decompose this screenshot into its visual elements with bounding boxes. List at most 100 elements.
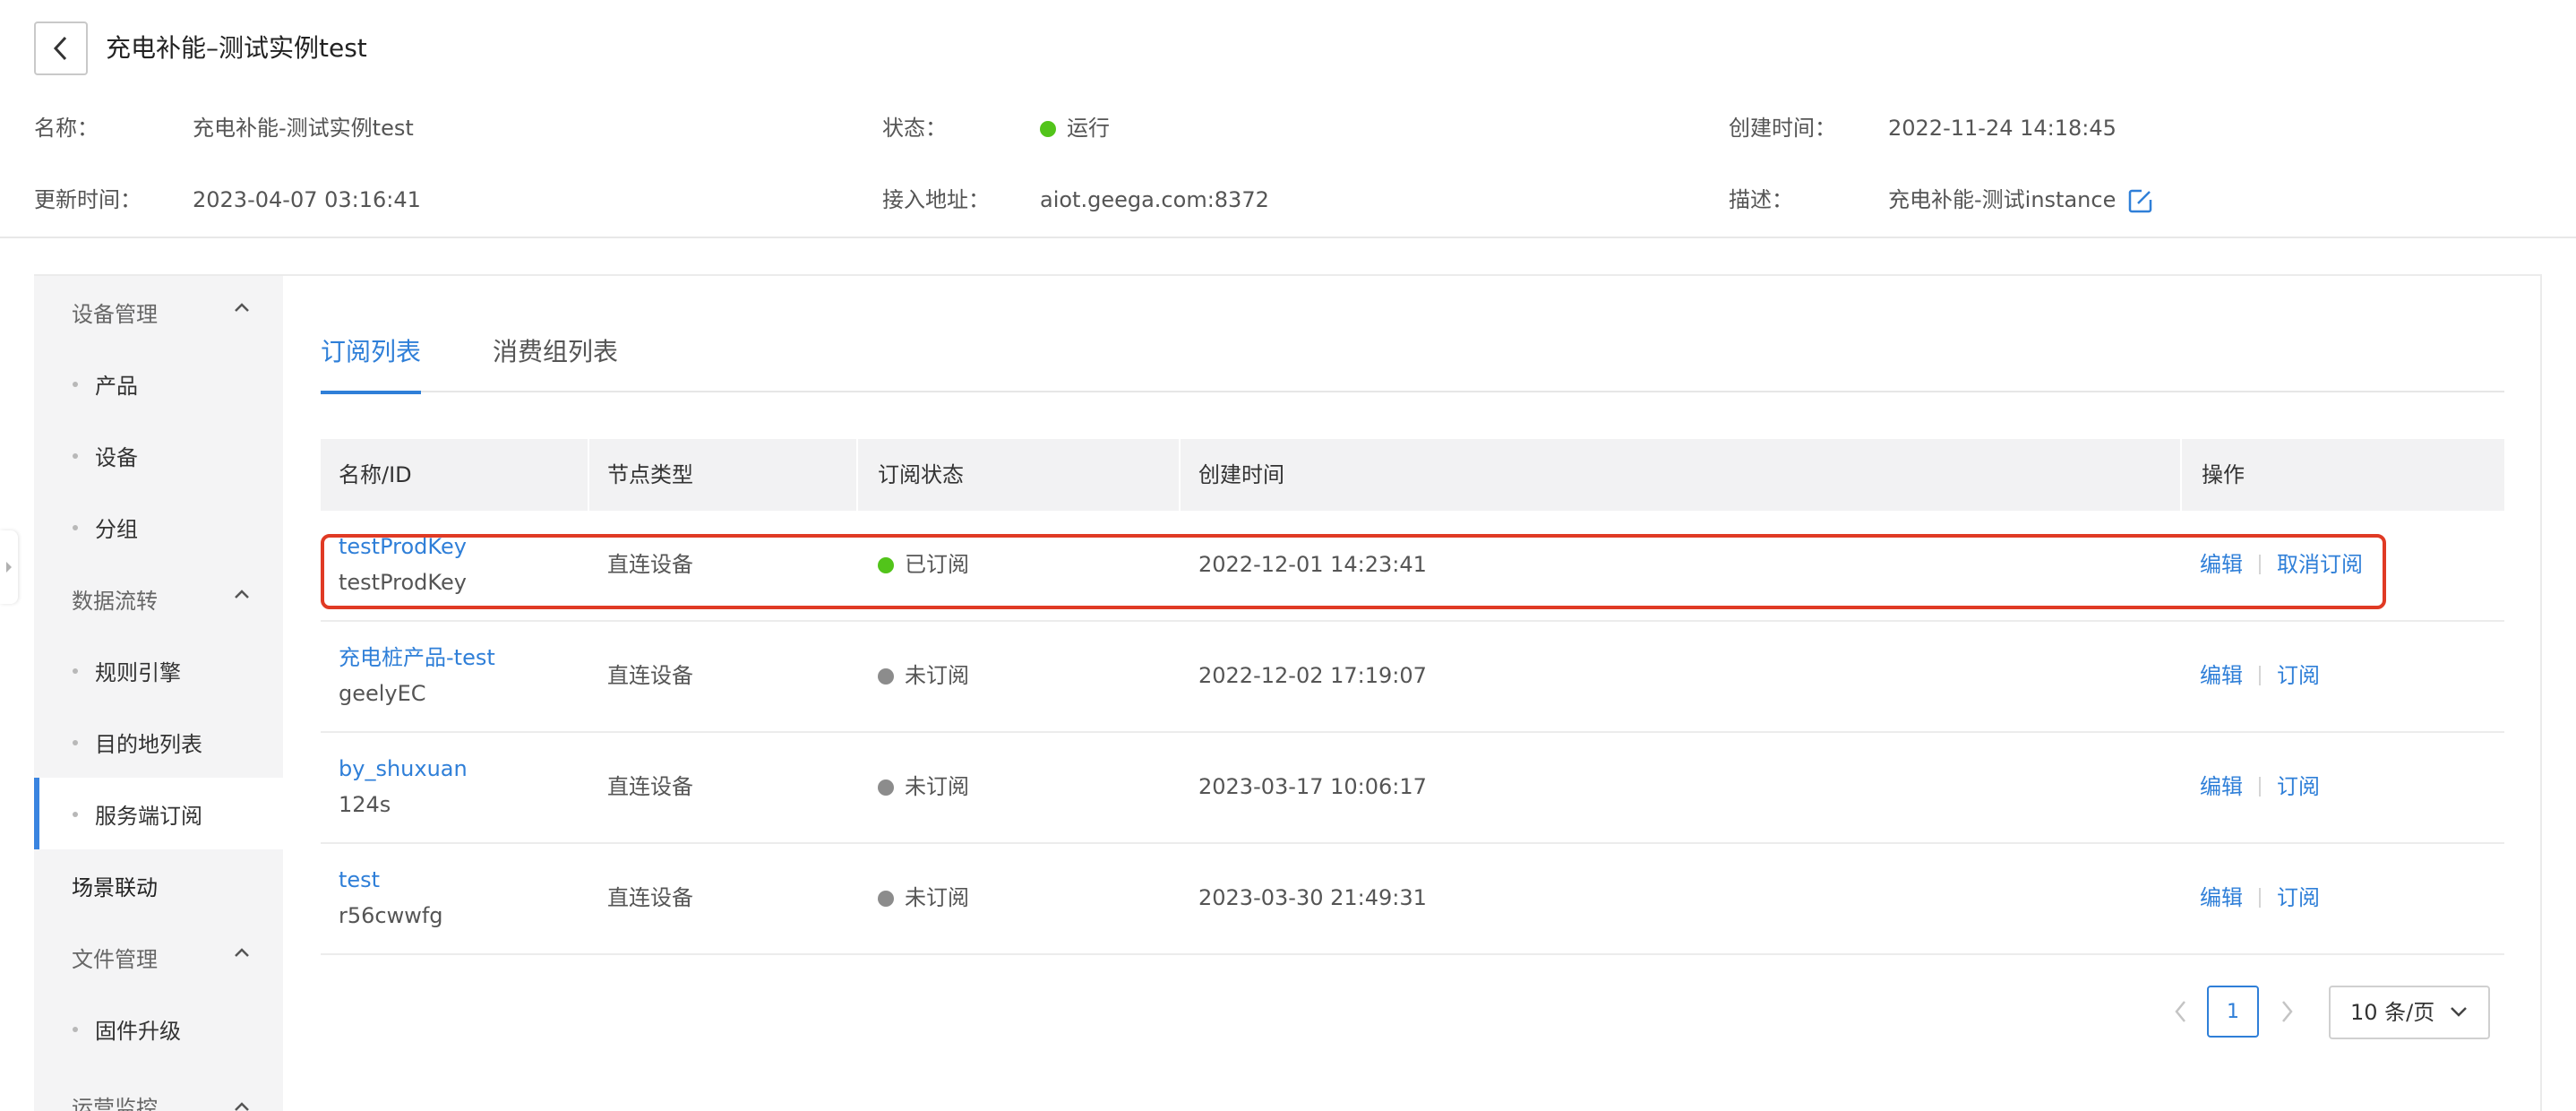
back-button[interactable] bbox=[34, 22, 88, 75]
tab-consumer-group-list[interactable]: 消费组列表 bbox=[493, 321, 627, 392]
sidebar-group-device-management[interactable]: 设备管理 bbox=[34, 276, 283, 348]
next-page-button[interactable] bbox=[2273, 993, 2300, 1030]
edit-link[interactable]: 编辑 bbox=[2200, 663, 2243, 688]
bullet-dot bbox=[73, 812, 78, 817]
row-created-time: 2023-03-30 21:49:31 bbox=[1198, 885, 1427, 910]
unsubscribe-link[interactable]: 取消订阅 bbox=[2277, 552, 2363, 577]
sidebar-group-label: 运营监控 bbox=[72, 1096, 158, 1111]
table-row: testProdKey testProdKey 直连设备 已订阅 2022-12… bbox=[321, 511, 2504, 622]
row-name-link[interactable]: testProdKey bbox=[339, 532, 467, 561]
operation-divider bbox=[2259, 555, 2261, 574]
column-header-operation: 操作 bbox=[2202, 462, 2245, 487]
unsubscribed-status-dot bbox=[878, 779, 894, 796]
table-row: 充电桩产品-test geelyEC 直连设备 未订阅 2022-12-02 1… bbox=[321, 622, 2504, 733]
bullet-dot bbox=[73, 1027, 78, 1032]
column-header-created-time: 创建时间 bbox=[1198, 462, 1284, 487]
edit-icon[interactable] bbox=[2128, 188, 2153, 213]
instance-header: 充电补能–测试实例test 名称： 充电补能-测试实例test 状态： 运行 创… bbox=[0, 0, 2576, 238]
operation-divider bbox=[2259, 777, 2261, 797]
sidebar-item-product[interactable]: 产品 bbox=[34, 348, 283, 419]
row-created-time: 2022-12-02 17:19:07 bbox=[1198, 663, 1427, 688]
table-row: test r56cwwfg 直连设备 未订阅 2023-03-30 21:49:… bbox=[321, 844, 2504, 955]
chevron-left-icon bbox=[53, 36, 67, 61]
row-name-link[interactable]: 充电桩产品-test bbox=[339, 643, 495, 672]
endpoint-label: 接入地址： bbox=[882, 187, 990, 212]
page-size-select[interactable]: 10 条/页 bbox=[2329, 986, 2490, 1039]
sidebar-group-file-management[interactable]: 文件管理 bbox=[34, 921, 283, 993]
row-id: geelyEC bbox=[339, 681, 426, 706]
created-label: 创建时间： bbox=[1729, 116, 1836, 141]
chevron-left-icon bbox=[2175, 1001, 2185, 1022]
status-value: 运行 bbox=[1040, 113, 1110, 143]
row-id: 124s bbox=[339, 792, 391, 817]
sidebar-group-label: 数据流转 bbox=[72, 588, 158, 614]
sidebar-item-label: 场景联动 bbox=[72, 874, 158, 900]
row-name-link[interactable]: by_shuxuan bbox=[339, 754, 468, 783]
sidebar-group-operations-monitoring[interactable]: 运营监控 bbox=[34, 1064, 283, 1111]
edit-link[interactable]: 编辑 bbox=[2200, 552, 2243, 577]
row-node-type: 直连设备 bbox=[607, 774, 693, 799]
row-status: 未订阅 bbox=[878, 772, 969, 801]
table-header: 名称/ID 节点类型 订阅状态 创建时间 操作 bbox=[321, 439, 2504, 511]
bullet-dot bbox=[73, 382, 78, 387]
sidebar-item-rule-engine[interactable]: 规则引擎 bbox=[34, 634, 283, 706]
subscribe-link[interactable]: 订阅 bbox=[2277, 774, 2320, 799]
column-header-subscription-status: 订阅状态 bbox=[878, 462, 964, 487]
row-status: 未订阅 bbox=[878, 661, 969, 690]
sidebar-item-label: 设备 bbox=[95, 444, 138, 470]
description-value: 充电补能-测试instance bbox=[1888, 187, 2117, 212]
row-operations: 编辑 订阅 bbox=[2200, 661, 2320, 690]
description-label: 描述： bbox=[1729, 187, 1793, 212]
subscribe-link[interactable]: 订阅 bbox=[2277, 663, 2320, 688]
row-status: 未订阅 bbox=[878, 883, 969, 912]
bullet-dot bbox=[73, 453, 78, 459]
row-created-time: 2023-03-17 10:06:17 bbox=[1198, 774, 1427, 799]
sidebar: 设备管理 产品 设备 分组 数据流转 规则引擎 目的地列表 服务端订阅 场景联动… bbox=[34, 276, 283, 1111]
updated-label: 更新时间： bbox=[34, 187, 142, 212]
bullet-dot bbox=[73, 668, 78, 674]
unsubscribed-status-dot bbox=[878, 668, 894, 685]
unsubscribed-status-dot bbox=[878, 891, 894, 907]
sidebar-item-group[interactable]: 分组 bbox=[34, 491, 283, 563]
sidebar-item-label: 服务端订阅 bbox=[95, 803, 202, 829]
sidebar-item-firmware-upgrade[interactable]: 固件升级 bbox=[34, 993, 283, 1064]
status-label: 状态： bbox=[882, 116, 947, 141]
column-header-node-type: 节点类型 bbox=[607, 462, 693, 487]
subscribe-link[interactable]: 订阅 bbox=[2277, 885, 2320, 910]
chevron-right-icon bbox=[2282, 1001, 2293, 1022]
active-indicator bbox=[34, 778, 39, 849]
column-divider bbox=[1179, 439, 1181, 511]
sidebar-item-label: 固件升级 bbox=[95, 1018, 181, 1044]
column-divider bbox=[588, 439, 589, 511]
prev-page-button[interactable] bbox=[2168, 993, 2194, 1030]
sidebar-item-destination-list[interactable]: 目的地列表 bbox=[34, 706, 283, 778]
sidebar-item-label: 产品 bbox=[95, 373, 138, 399]
sidebar-toggle-handle[interactable] bbox=[0, 530, 18, 604]
edit-link[interactable]: 编辑 bbox=[2200, 774, 2243, 799]
row-status-text: 已订阅 bbox=[905, 552, 969, 577]
sidebar-item-server-subscription[interactable]: 服务端订阅 bbox=[34, 778, 283, 849]
sidebar-group-label: 文件管理 bbox=[72, 946, 158, 972]
sidebar-item-device[interactable]: 设备 bbox=[34, 419, 283, 491]
column-header-name-id: 名称/ID bbox=[339, 462, 412, 487]
sidebar-group-data-flow[interactable]: 数据流转 bbox=[34, 563, 283, 634]
sidebar-item-scene-linkage[interactable]: 场景联动 bbox=[34, 849, 283, 921]
row-node-type: 直连设备 bbox=[607, 885, 693, 910]
tab-subscription-list[interactable]: 订阅列表 bbox=[321, 321, 421, 394]
edit-link[interactable]: 编辑 bbox=[2200, 885, 2243, 910]
chevron-down-icon bbox=[2451, 1007, 2467, 1017]
row-node-type: 直连设备 bbox=[607, 663, 693, 688]
chevron-up-icon bbox=[235, 948, 249, 957]
row-name-link[interactable]: test bbox=[339, 866, 380, 894]
operation-divider bbox=[2259, 888, 2261, 908]
page-number-button[interactable]: 1 bbox=[2207, 986, 2259, 1038]
created-value: 2022-11-24 14:18:45 bbox=[1888, 116, 2117, 141]
row-status-text: 未订阅 bbox=[905, 663, 969, 688]
row-status-text: 未订阅 bbox=[905, 885, 969, 910]
row-status-text: 未订阅 bbox=[905, 774, 969, 799]
chevron-up-icon bbox=[235, 1102, 249, 1111]
page-title: 充电补能–测试实例test bbox=[106, 33, 367, 63]
row-operations: 编辑 取消订阅 bbox=[2200, 550, 2363, 579]
bullet-dot bbox=[73, 525, 78, 530]
status-text: 运行 bbox=[1067, 116, 1110, 141]
